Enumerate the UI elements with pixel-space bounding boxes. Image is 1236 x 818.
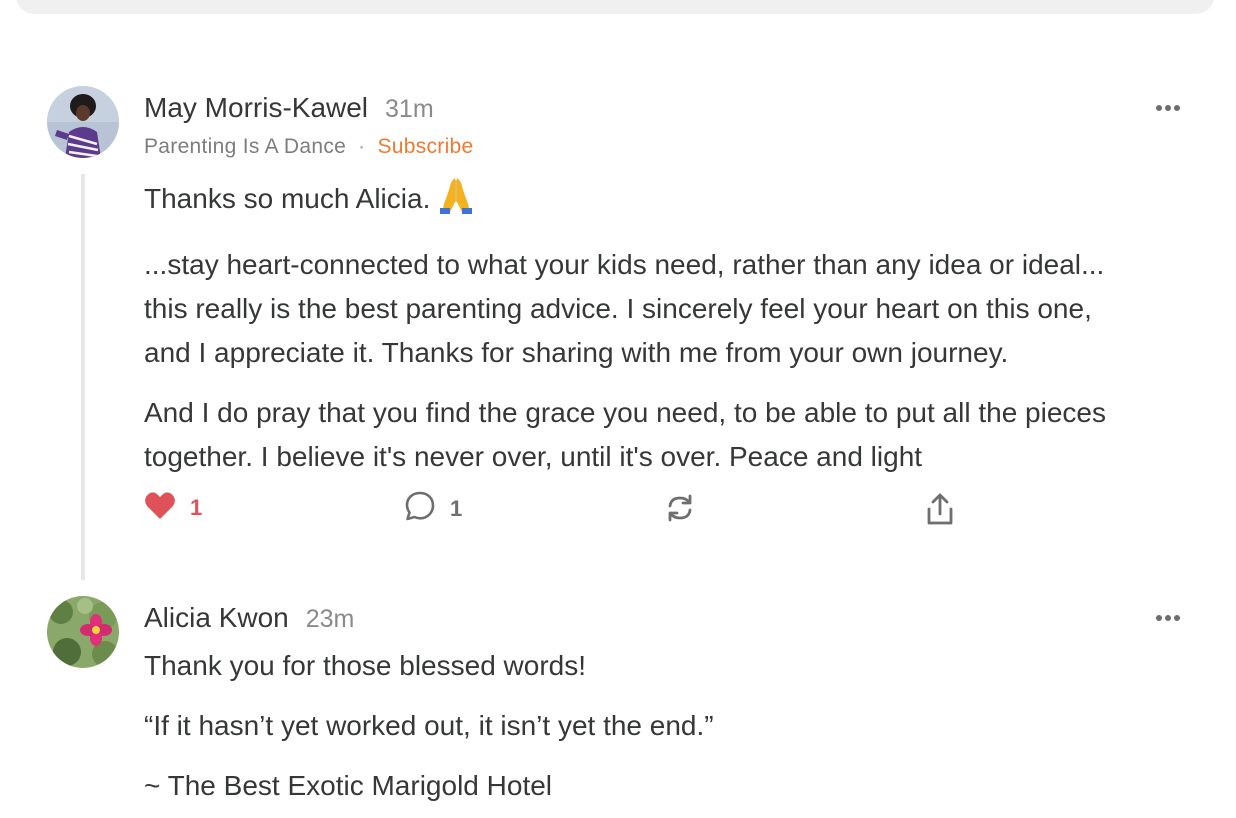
author-name[interactable]: Alicia Kwon xyxy=(144,602,289,634)
author-line: Alicia Kwon 23m xyxy=(144,602,354,634)
comment-actions: 1 1 xyxy=(0,490,1236,530)
comment-body: Thank you for those blessed words! “If i… xyxy=(144,644,1194,808)
avatar[interactable] xyxy=(47,596,119,668)
author-name[interactable]: May Morris-Kawel xyxy=(144,92,368,124)
timestamp[interactable]: 23m xyxy=(306,605,355,634)
comment-paragraph: And I do pray that you find the grace yo… xyxy=(144,397,1106,472)
separator-dot: · xyxy=(358,135,366,158)
like-button[interactable]: 1 xyxy=(144,490,202,525)
share-icon xyxy=(924,492,956,531)
comment-paragraph: ...stay heart-connected to what your kid… xyxy=(144,249,1105,368)
subscribe-link[interactable]: Subscribe xyxy=(377,135,473,159)
publication-name[interactable]: Parenting Is A Dance xyxy=(144,135,346,159)
more-options-icon[interactable] xyxy=(1150,98,1186,118)
timestamp[interactable]: 31m xyxy=(385,95,434,124)
reply-button[interactable]: 1 xyxy=(404,490,462,527)
comment-paragraph: Thank you for those blessed words! xyxy=(144,650,587,681)
like-count: 1 xyxy=(190,494,203,520)
heart-icon xyxy=(144,490,176,525)
comment-bubble-icon xyxy=(404,490,436,527)
reply-count: 1 xyxy=(450,495,463,521)
share-button[interactable] xyxy=(924,492,956,531)
praying-hands-emoji-icon xyxy=(436,174,476,227)
avatar[interactable] xyxy=(47,86,119,158)
publication-line: Parenting Is A Dance · Subscribe xyxy=(144,135,474,159)
comment-paragraph: ~ The Best Exotic Marigold Hotel xyxy=(144,770,553,801)
more-options-icon[interactable] xyxy=(1150,608,1186,628)
restack-button[interactable] xyxy=(664,492,696,529)
author-line: May Morris-Kawel 31m xyxy=(144,92,434,124)
top-bar xyxy=(16,0,1214,14)
comment-paragraph: Thanks so much Alicia. xyxy=(144,174,1194,227)
comment-body: Thanks so much Alicia. ...stay heart-con… xyxy=(144,174,1194,479)
comment-paragraph: “If it hasn’t yet worked out, it isn’t y… xyxy=(144,710,714,741)
restack-icon xyxy=(664,492,696,529)
